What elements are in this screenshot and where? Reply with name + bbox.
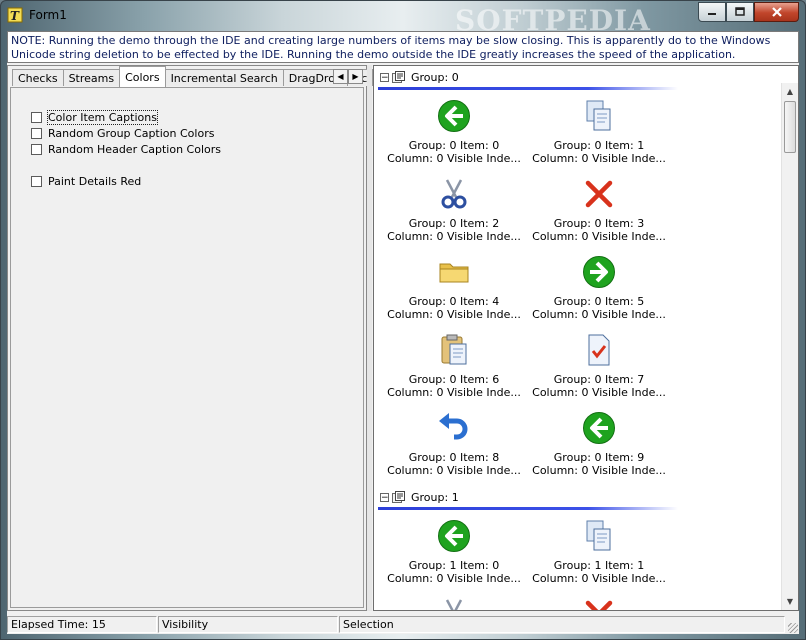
arrow-right-icon [583, 256, 615, 288]
cut-icon [441, 179, 467, 209]
cut-icon [445, 599, 463, 610]
random-header-caption-colors-label: Random Header Caption Colors [48, 142, 222, 156]
copy-icon [586, 520, 611, 551]
tab-streams[interactable]: Streams [62, 69, 121, 86]
tab-scroll-left-button[interactable]: ◀ [333, 69, 348, 84]
svg-text:T: T [10, 9, 20, 23]
list-item[interactable]: Group: 0 Item: 7 Column: 0 Visible Inde..… [524, 333, 674, 409]
selection-panel: Selection [339, 616, 785, 633]
tab-incremental-search[interactable]: Incremental Search [164, 69, 284, 86]
random-group-caption-colors-label: Random Group Caption Colors [48, 126, 215, 140]
color-item-captions-label: Color Item Captions [47, 109, 158, 125]
vertical-scrollbar[interactable]: ▲ ▼ [781, 83, 798, 610]
arrow-left-icon [438, 100, 470, 132]
list-item[interactable]: Group: 0 Item: 6 Column: 0 Visible Inde..… [379, 333, 529, 409]
group-header[interactable]: − Group: 0 [378, 69, 678, 90]
arrow-left-icon [438, 520, 470, 552]
title-bar[interactable]: T Form1 SOFTPEDIA [1, 1, 805, 37]
list-item[interactable]: Group: 0 Item: 1 Column: 0 Visible Inde..… [524, 99, 674, 175]
app-window: T Form1 SOFTPEDIA NOTE: Running the demo… [0, 0, 806, 640]
copy-icon [586, 100, 611, 131]
random-header-caption-colors-checkbox[interactable]: Random Header Caption Colors [31, 142, 221, 156]
scroll-up-button[interactable]: ▲ [782, 83, 798, 100]
maximize-icon [735, 7, 745, 16]
undo-icon [439, 413, 468, 440]
elapsed-time-panel: Elapsed Time: 15 [7, 616, 157, 633]
list-item[interactable]: Group: 1 Item: 0 Column: 0 Visible Inde..… [379, 519, 529, 595]
list-item[interactable]: Group: 0 Item: 2 Column: 0 Visible Inde..… [379, 177, 529, 253]
list-item[interactable] [379, 597, 529, 610]
list-view-content: − Group: 0 Group: 0 Item: 0 Column: 0 Vis… [374, 66, 781, 610]
close-icon [771, 7, 782, 17]
size-grip[interactable] [788, 623, 798, 633]
list-item[interactable]: Group: 1 Item: 1 Column: 0 Visible Inde..… [524, 519, 674, 595]
form-client-area: NOTE: Running the demo through the IDE a… [7, 31, 799, 634]
tab-strip: Checks Streams Colors Incremental Search… [12, 66, 374, 87]
list-item[interactable] [524, 597, 674, 610]
scroll-down-button[interactable]: ▼ [782, 593, 798, 610]
tab-colors[interactable]: Colors [119, 66, 166, 87]
list-item[interactable]: Group: 0 Item: 0 Column: 0 Visible Inde..… [379, 99, 529, 175]
scroll-thumb[interactable] [784, 101, 796, 153]
minimize-icon [708, 13, 716, 15]
list-item[interactable]: Group: 0 Item: 3 Column: 0 Visible Inde..… [524, 177, 674, 253]
paste-icon [441, 334, 467, 365]
list-item[interactable]: Group: 0 Item: 4 Column: 0 Visible Inde..… [379, 255, 529, 331]
close-button[interactable] [754, 2, 799, 22]
list-item[interactable]: Group: 0 Item: 9 Column: 0 Visible Inde..… [524, 411, 674, 487]
tab-checks[interactable]: Checks [12, 69, 64, 86]
panel-splitter[interactable] [367, 65, 372, 611]
delete-icon [585, 600, 613, 610]
group-icon [392, 491, 405, 503]
group-divider [378, 87, 678, 90]
group-divider [378, 507, 678, 510]
group-icon [392, 71, 405, 83]
options-panel: Checks Streams Colors Incremental Search… [7, 65, 374, 611]
visibility-panel: Visibility [158, 616, 338, 633]
collapse-group-toggle[interactable]: − [380, 73, 389, 83]
list-item[interactable]: Group: 0 Item: 5 Column: 0 Visible Inde..… [524, 255, 674, 331]
list-item[interactable]: Group: 0 Item: 8 Column: 0 Visible Inde..… [379, 411, 529, 487]
paint-details-red-label: Paint Details Red [48, 174, 142, 188]
app-icon[interactable]: T [7, 7, 23, 23]
group-header[interactable]: − Group: 1 [378, 489, 678, 510]
tab-scroll-right-button[interactable]: ▶ [348, 69, 363, 84]
color-item-captions-checkbox[interactable]: Color Item Captions [31, 109, 158, 125]
window-title: Form1 [29, 8, 67, 22]
note-text: NOTE: Running the demo through the IDE a… [7, 31, 799, 63]
grouped-list-view[interactable]: − Group: 0 Group: 0 Item: 0 Column: 0 Vis… [373, 65, 799, 611]
status-bar: Elapsed Time: 15 Visibility Selection [7, 615, 799, 634]
collapse-group-toggle[interactable]: − [380, 493, 389, 503]
colors-tab-page: Color Item Captions Random Group Caption… [10, 87, 364, 608]
folder-icon [439, 263, 469, 283]
delete-icon [585, 180, 613, 208]
minimize-button[interactable] [698, 2, 726, 22]
paint-details-red-checkbox[interactable]: Paint Details Red [31, 174, 141, 188]
maximize-button[interactable] [726, 2, 754, 22]
random-group-caption-colors-checkbox[interactable]: Random Group Caption Colors [31, 126, 214, 140]
checked-document-icon [588, 334, 610, 366]
arrow-left-icon [583, 412, 615, 444]
